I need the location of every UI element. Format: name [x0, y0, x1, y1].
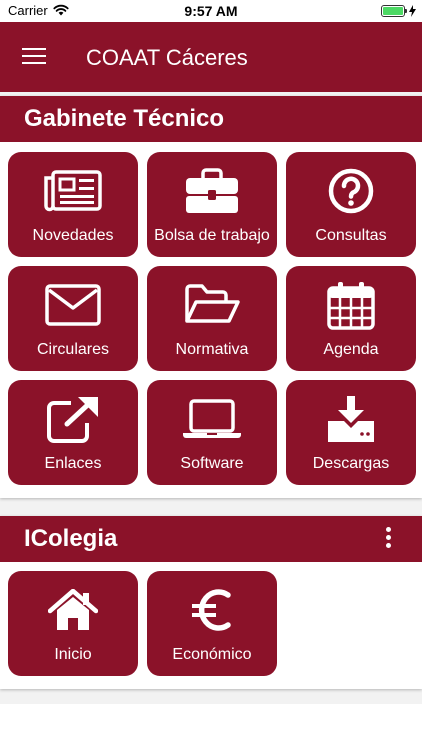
tile-descargas[interactable]: Descargas	[286, 380, 416, 485]
briefcase-icon	[186, 168, 238, 213]
clock: 9:57 AM	[184, 3, 238, 19]
external-link-icon	[47, 397, 98, 443]
icolegia-section: IColegia Inicio Económico	[0, 516, 422, 689]
tile-circulares[interactable]: Circulares	[8, 266, 138, 371]
gabinete-tecnico-section: Gabinete Técnico Novedades Bolsa de trab…	[0, 96, 422, 498]
folder-open-icon	[185, 284, 240, 323]
tile-label: Circulares	[36, 341, 109, 358]
tile-label: Normativa	[175, 341, 249, 358]
tile-normativa[interactable]: Normativa	[147, 266, 277, 371]
hamburger-menu-icon[interactable]	[22, 48, 46, 66]
section-header: Gabinete Técnico	[0, 96, 422, 142]
tile-label: Bolsa de trabajo	[154, 227, 270, 244]
question-circle-icon	[328, 168, 374, 214]
tile-label: Novedades	[32, 227, 114, 244]
section-header: IColegia	[0, 516, 422, 562]
tile-bolsa-de-trabajo[interactable]: Bolsa de trabajo	[147, 152, 277, 257]
tile-label: Consultas	[315, 227, 387, 244]
newspaper-icon	[44, 170, 102, 212]
tile-economico[interactable]: Económico	[147, 571, 277, 676]
euro-icon	[192, 589, 231, 631]
tile-label: Software	[180, 455, 244, 472]
tile-label: Económico	[172, 646, 252, 663]
tile-label: Enlaces	[44, 455, 102, 472]
home-icon	[48, 589, 98, 630]
tile-inicio[interactable]: Inicio	[8, 571, 138, 676]
download-icon	[328, 396, 374, 442]
more-vertical-icon[interactable]	[382, 527, 394, 551]
envelope-icon	[45, 284, 101, 326]
tile-enlaces[interactable]: Enlaces	[8, 380, 138, 485]
tile-label: Agenda	[323, 341, 379, 358]
tile-consultas[interactable]: Consultas	[286, 152, 416, 257]
tile-novedades[interactable]: Novedades	[8, 152, 138, 257]
battery-icon	[381, 5, 407, 17]
laptop-icon	[183, 399, 241, 438]
tile-label: Descargas	[312, 455, 390, 472]
bottom-strip	[0, 704, 422, 750]
battery-level	[383, 7, 403, 15]
app-bar: COAAT Cáceres	[0, 22, 422, 92]
tile-software[interactable]: Software	[147, 380, 277, 485]
app-title: COAAT Cáceres	[86, 45, 248, 70]
calendar-icon	[327, 282, 375, 330]
status-bar: Carrier 9:57 AM	[0, 0, 422, 22]
charging-icon	[409, 5, 416, 17]
tile-label: Inicio	[54, 646, 92, 663]
section-title: IColegia	[24, 525, 118, 552]
section-title: Gabinete Técnico	[24, 105, 225, 132]
tile-agenda[interactable]: Agenda	[286, 266, 416, 371]
